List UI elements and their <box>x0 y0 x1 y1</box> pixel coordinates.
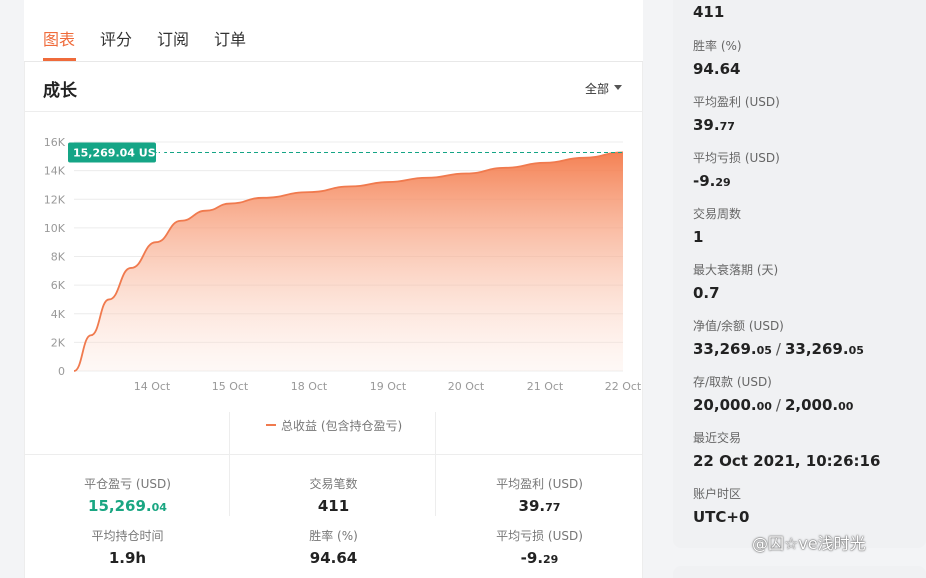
legend-swatch <box>266 423 276 426</box>
stats-grid: 平仓盈亏 (USD) 15,269.04 交易笔数 411 平均盈利 (USD)… <box>25 454 642 578</box>
growth-card: 成长 全部 0 2K 4K 6K 8K 10K 12K 14K 16K 14 Oct 15 Oct… <box>24 62 643 578</box>
summary-value: UTC+0 <box>693 508 750 526</box>
summary-avg-loss: 平均亏损 (USD) -9.29 <box>693 149 780 190</box>
summary-value: 22 Oct 2021, 10:26:16 <box>693 452 881 470</box>
summary-label: 存/取款 (USD) <box>693 375 772 389</box>
x-tick-label: 20 Oct <box>448 380 485 393</box>
x-tick-label: 18 Oct <box>291 380 328 393</box>
stat-label: 胜率 (%) <box>309 529 358 543</box>
y-tick-label: 16K <box>44 136 66 149</box>
summary-value: 411 <box>693 3 725 21</box>
stat-avg-hold-time: 平均持仓时间 1.9h <box>25 527 230 567</box>
summary-value: 33,269.05/33,269.05 <box>693 340 864 358</box>
stat-value: 15,269.04 <box>88 497 167 515</box>
summary-trade-count: 411 <box>693 3 724 21</box>
x-tick-label: 22 Oct <box>605 380 642 393</box>
stat-trade-count: 交易笔数 411 <box>231 475 436 515</box>
summary-label: 账户时区 <box>693 487 742 501</box>
y-tick-label: 10K <box>44 222 66 235</box>
summary-deposit-withdraw: 存/取款 (USD) 20,000.00/2,000.00 <box>693 373 853 414</box>
summary-timezone: 账户时区 UTC+0 <box>693 485 749 526</box>
growth-area <box>74 152 623 371</box>
x-tick-label: 14 Oct <box>134 380 171 393</box>
summary-value: 20,000.00/2,000.00 <box>693 396 854 414</box>
stat-label: 平均亏损 (USD) <box>496 529 583 543</box>
summary-last-trade: 最近交易 22 Oct 2021, 10:26:16 <box>693 429 880 470</box>
stat-value: 411 <box>317 497 350 515</box>
y-tick-label: 8K <box>51 251 66 264</box>
summary-value: 94.64 <box>693 60 741 78</box>
stat-label: 平均持仓时间 <box>91 529 164 543</box>
watermark: @囚☆ve浅时光 <box>752 534 866 553</box>
summary-label: 最近交易 <box>693 431 742 445</box>
summary-equity-balance: 净值/余额 (USD) 33,269.05/33,269.05 <box>693 317 864 358</box>
growth-chart: 0 2K 4K 6K 8K 10K 12K 14K 16K 14 Oct 15 Oct 18 Oct… <box>44 136 642 393</box>
stat-win-rate: 胜率 (%) 94.64 <box>231 527 436 567</box>
summary-value: 0.7 <box>693 284 720 302</box>
summary-value: -9.29 <box>693 172 731 190</box>
y-tick-label: 14K <box>44 165 66 178</box>
stats-divider <box>229 412 230 516</box>
stat-avg-loss: 平均亏损 (USD) -9.29 <box>437 527 642 567</box>
chart-legend[interactable]: 总收益 (包含持仓盈亏) <box>266 417 402 434</box>
summary-trade-weeks: 交易周数 1 <box>693 205 741 246</box>
y-tick-label: 0 <box>58 365 65 378</box>
summary-label: 交易周数 <box>693 207 742 221</box>
stat-value: -9.29 <box>520 549 559 567</box>
summary-value: 39.77 <box>693 116 735 134</box>
stat-label: 平均盈利 (USD) <box>496 477 583 491</box>
stat-value: 39.77 <box>518 497 561 515</box>
y-tick-label: 4K <box>51 308 66 321</box>
account-summary-panel: 411 胜率 (%) 94.64 平均盈利 (USD) 39.77 平均亏损 (… <box>673 0 926 548</box>
y-tick-label: 2K <box>51 336 66 349</box>
x-tick-label: 15 Oct <box>212 380 249 393</box>
stat-value: 1.9h <box>108 549 147 567</box>
final-value-label: 15,269.04 USD <box>73 146 165 159</box>
stat-label: 交易笔数 <box>309 477 358 491</box>
x-tick-label: 19 Oct <box>370 380 407 393</box>
x-tick-label: 21 Oct <box>527 380 564 393</box>
stats-divider <box>435 412 436 516</box>
summary-label: 最大衰落期 (天) <box>693 263 779 277</box>
summary-avg-profit: 平均盈利 (USD) 39.77 <box>693 93 780 134</box>
stat-avg-profit: 平均盈利 (USD) 39.77 <box>437 475 642 515</box>
summary-label: 平均亏损 (USD) <box>693 151 780 165</box>
summary-win-rate: 胜率 (%) 94.64 <box>693 37 742 78</box>
legend-label: 总收益 (包含持仓盈亏) <box>281 419 403 433</box>
stat-label: 平仓盈亏 (USD) <box>84 477 171 491</box>
summary-value: 1 <box>693 228 704 246</box>
next-panel-edge <box>673 566 926 578</box>
summary-label: 平均盈利 (USD) <box>693 95 780 109</box>
stat-closed-pnl: 平仓盈亏 (USD) 15,269.04 <box>25 475 230 515</box>
summary-max-drawdown-period: 最大衰落期 (天) 0.7 <box>693 261 778 302</box>
stat-value: 94.64 <box>309 549 358 567</box>
summary-label: 净值/余额 (USD) <box>693 319 784 333</box>
summary-label: 胜率 (%) <box>693 39 742 53</box>
y-tick-label: 12K <box>44 193 66 206</box>
y-tick-label: 6K <box>51 279 66 292</box>
main-panel: 图表 评分 订阅 订单 成长 全部 0 2K 4K 6K 8K 10K 12K 14K 16K … <box>0 0 643 578</box>
